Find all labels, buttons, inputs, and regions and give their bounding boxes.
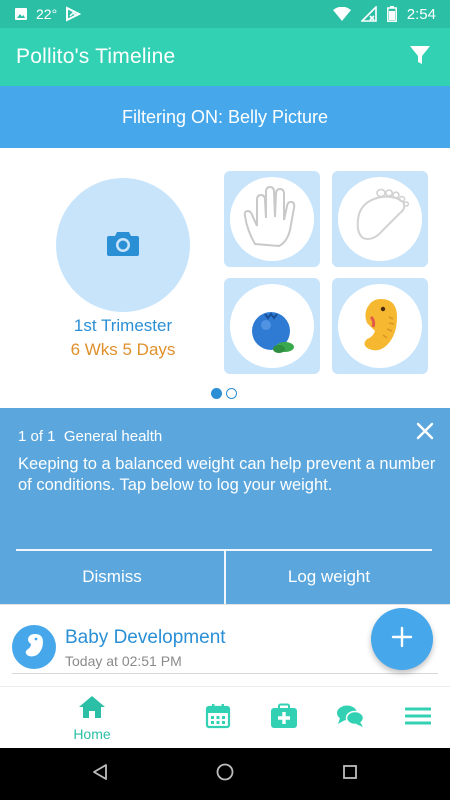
nav-health[interactable] — [266, 687, 302, 749]
nav-home-label: Home — [73, 725, 111, 742]
app-bar: Pollito's Timeline — [0, 28, 450, 86]
dismiss-button[interactable]: Dismiss — [0, 550, 224, 604]
home-icon — [78, 695, 106, 724]
battery-icon — [386, 6, 397, 22]
nav-menu[interactable] — [400, 687, 436, 749]
embryo-icon — [343, 287, 417, 366]
trimester-label: 1st Trimester — [73, 316, 173, 335]
filter-button[interactable] — [406, 43, 434, 71]
nav-home[interactable]: Home — [62, 687, 122, 749]
system-back-button[interactable] — [86, 760, 114, 788]
filter-banner-text: Filtering ON: Belly Picture — [121, 106, 329, 127]
bottom-navigation: Home — [0, 686, 450, 748]
pregnancy-age-label: 6 Wks 5 Days — [70, 340, 176, 359]
wifi-icon — [332, 7, 351, 21]
home-circle-icon — [215, 762, 235, 787]
foot-print-icon — [343, 180, 417, 259]
menu-icon — [404, 706, 432, 731]
hand-print-thumbnail[interactable] — [224, 171, 320, 267]
log-weight-button[interactable]: Log weight — [226, 550, 432, 604]
foot-print-thumbnail[interactable] — [332, 171, 428, 267]
system-recents-button[interactable] — [336, 760, 364, 788]
carousel-pager — [211, 388, 237, 399]
tip-header: 1 of 1 General health — [18, 428, 162, 445]
filter-icon — [408, 43, 432, 72]
timeline-entry-title: Baby Development — [65, 627, 226, 648]
pager-dot[interactable] — [226, 388, 237, 399]
temperature-text: 22° — [36, 6, 58, 22]
app-notification-icon — [65, 6, 82, 22]
pregnancy-summary-carousel[interactable]: 1st Trimester 6 Wks 5 Days — [0, 148, 450, 408]
embryo-thumbnail[interactable] — [332, 278, 428, 374]
system-home-button[interactable] — [211, 760, 239, 788]
timeline-entry-divider — [12, 673, 438, 674]
no-signal-icon — [360, 6, 377, 22]
clock-text: 2:54 — [406, 5, 436, 23]
health-tip-card: 1 of 1 General health Keeping to a balan… — [0, 408, 450, 604]
nav-community[interactable] — [332, 687, 368, 749]
image-icon — [14, 7, 28, 21]
recents-square-icon — [341, 763, 359, 786]
add-entry-button[interactable] — [371, 608, 433, 670]
plus-icon — [391, 626, 413, 653]
hand-print-icon — [235, 180, 309, 259]
filter-banner[interactable]: Filtering ON: Belly Picture — [0, 86, 450, 148]
blueberry-icon — [235, 287, 309, 366]
calendar-icon — [205, 703, 231, 734]
back-triangle-icon — [91, 763, 109, 786]
nav-calendar[interactable] — [200, 687, 236, 749]
pager-dot-active[interactable] — [211, 388, 222, 399]
tip-body-text: Keeping to a balanced weight can help pr… — [18, 455, 436, 494]
status-bar: 22° 2:54 — [0, 0, 450, 28]
camera-icon — [106, 229, 140, 262]
medical-kit-icon — [270, 703, 298, 734]
blueberry-size-thumbnail[interactable] — [224, 278, 320, 374]
close-icon — [416, 422, 434, 445]
baby-development-avatar — [12, 625, 56, 669]
system-navigation-bar — [0, 748, 450, 800]
chat-icon — [336, 704, 365, 733]
tip-counter: 1 of 1 — [18, 428, 56, 445]
close-tip-button[interactable] — [412, 420, 438, 446]
fetus-icon — [19, 630, 49, 665]
page-title: Pollito's Timeline — [16, 45, 176, 68]
app-screen: 22° 2:54 Pollito's Timeline Filtering ON… — [0, 0, 450, 800]
timeline-entry-timestamp: Today at 02:51 PM — [65, 653, 182, 669]
add-belly-photo-button[interactable] — [56, 178, 190, 312]
tip-category: General health — [63, 428, 163, 445]
